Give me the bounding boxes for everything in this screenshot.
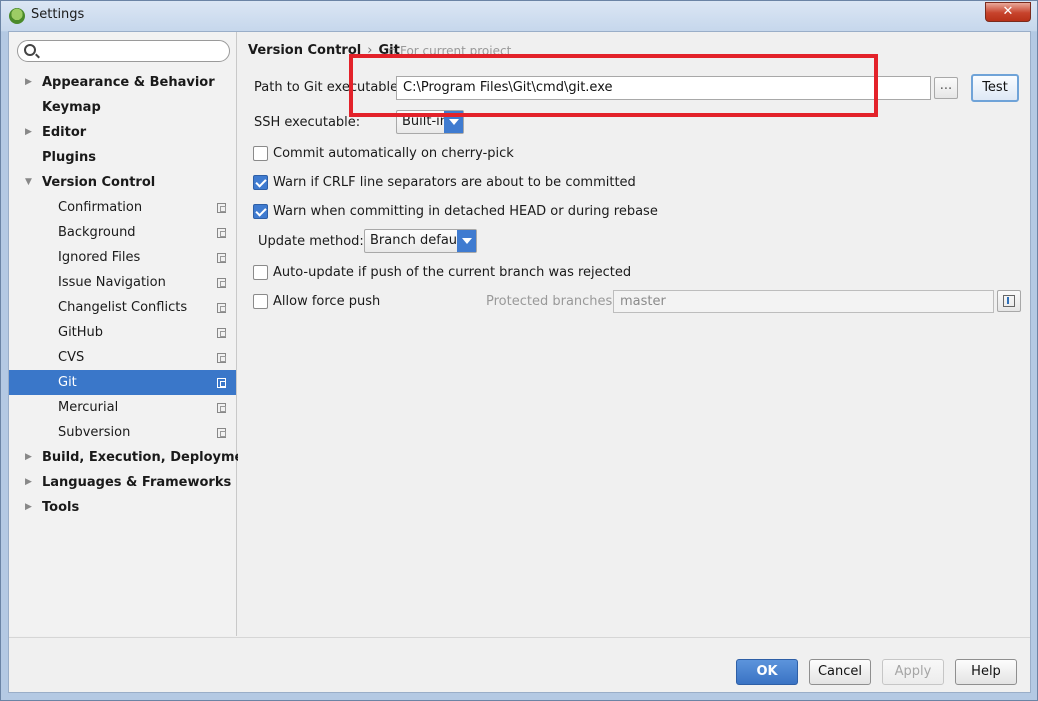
sidebar-item-plugins[interactable]: Plugins [9,145,236,170]
window-title: Settings [31,7,85,22]
sidebar-item-label: Mercurial [58,400,119,415]
apply-button[interactable]: Apply [882,659,944,685]
sidebar-item-ignored-files[interactable]: Ignored Files [9,245,236,270]
force-push-label: Allow force push [273,294,381,309]
browse-button[interactable]: ... [934,77,958,99]
sidebar-item-keymap[interactable]: Keymap [9,95,236,120]
sidebar-item-confirmation[interactable]: Confirmation [9,195,236,220]
sidebar-item-subversion[interactable]: Subversion [9,420,236,445]
sidebar-item-label: Background [58,225,136,240]
edit-branches-button[interactable] [997,290,1021,312]
sidebar-item-label: Languages & Frameworks [42,475,232,490]
expand-right-icon[interactable]: ▶ [25,445,32,470]
breadcrumb-parent: Version Control [248,43,362,58]
update-method-value: Branch default [370,233,466,248]
sidebar-item-label: Confirmation [58,200,143,215]
sidebar-item-label: Subversion [58,425,131,440]
project-level-icon [217,428,226,438]
project-level-icon [217,203,226,213]
sidebar-item-mercurial[interactable]: Mercurial [9,395,236,420]
add-list-icon [1003,295,1015,307]
sidebar-item-version-control[interactable]: ▼ Version Control [9,170,236,195]
sidebar-item-github[interactable]: GitHub [9,320,236,345]
auto-update-label: Auto-update if push of the current branc… [273,265,632,280]
sidebar-item-label: Git [58,375,77,390]
auto-update-checkbox[interactable] [253,265,268,280]
project-level-icon [217,378,226,388]
close-button[interactable]: ✕ [985,2,1031,22]
protected-branches-field[interactable]: master [613,290,994,313]
crlf-warning-label: Warn if CRLF line separators are about t… [273,175,636,190]
settings-sidebar: ▶ Appearance & Behavior Keymap ▶ Editor Plugi… [9,32,259,636]
expand-right-icon[interactable]: ▶ [25,495,32,520]
sidebar-item-label: Build, Execution, Deployment [42,450,259,465]
project-level-icon [217,403,226,413]
title-bar[interactable]: Settings ✕ [1,1,1037,31]
sidebar-item-git[interactable]: Git [9,370,236,395]
sidebar-item-label: Appearance & Behavior [42,75,215,90]
android-app-icon [9,8,25,24]
cherry-pick-label: Commit automatically on cherry-pick [273,146,514,161]
sidebar-item-appearance-behavior[interactable]: ▶ Appearance & Behavior [9,70,236,95]
expand-right-icon[interactable]: ▶ [25,70,32,95]
detached-head-label: Warn when committing in detached HEAD or… [273,204,658,219]
git-settings-panel: Version Control › Git ▫ For current projec… [238,32,1030,636]
sidebar-item-label: Plugins [42,150,96,165]
sidebar-item-label: GitHub [58,325,104,340]
update-method-label: Update method: [258,234,364,249]
highlight-annotation-box [349,54,878,117]
sidebar-item-label: Issue Navigation [58,275,166,290]
sidebar-item-editor[interactable]: ▶ Editor [9,120,236,145]
sidebar-item-label: Ignored Files [58,250,141,265]
sidebar-item-cvs[interactable]: CVS [9,345,236,370]
sidebar-item-label: Editor [42,125,87,140]
project-level-icon [217,353,226,363]
sidebar-item-label: Keymap [42,100,101,115]
sidebar-item-label: CVS [58,350,85,365]
project-level-icon [217,303,226,313]
help-button[interactable]: Help [955,659,1017,685]
sidebar-item-background[interactable]: Background [9,220,236,245]
project-level-icon [217,278,226,288]
project-level-icon [217,253,226,263]
dialog-body: ▶ Appearance & Behavior Keymap ▶ Editor Plugi… [8,31,1031,693]
project-level-icon [217,228,226,238]
protected-branches-label: Protected branches: [486,294,617,309]
ssh-executable-label: SSH executable: [254,115,361,130]
cancel-button[interactable]: Cancel [809,659,871,685]
cherry-pick-checkbox[interactable] [253,146,268,161]
sidebar-item-label: Tools [42,500,80,515]
search-input[interactable] [17,40,230,62]
project-level-icon [217,328,226,338]
sidebar-item-label: Changelist Conflicts [58,300,188,315]
sidebar-item-tools[interactable]: ▶ Tools [9,495,236,520]
expand-right-icon[interactable]: ▶ [25,470,32,495]
force-push-checkbox[interactable] [253,294,268,309]
crlf-warning-checkbox[interactable] [253,175,268,190]
detached-head-checkbox[interactable] [253,204,268,219]
expand-right-icon[interactable]: ▶ [25,120,32,145]
update-method-dropdown[interactable]: Branch default [364,229,477,253]
sidebar-item-issue-navigation[interactable]: Issue Navigation [9,270,236,295]
ok-button[interactable]: OK [736,659,798,685]
sidebar-item-build-execution-deployment[interactable]: ▶ Build, Execution, Deployment [9,445,259,470]
sidebar-item-label: Version Control [42,175,156,190]
settings-tree: ▶ Appearance & Behavior Keymap ▶ Editor Plugi… [9,70,259,520]
chevron-down-icon [457,230,476,252]
dialog-footer: OK Cancel Apply Help [9,637,1030,692]
sidebar-item-changelist-conflicts[interactable]: Changelist Conflicts [9,295,236,320]
test-button[interactable]: Test [971,74,1019,102]
sidebar-item-languages-frameworks[interactable]: ▶ Languages & Frameworks [9,470,236,495]
search-icon [24,44,36,56]
settings-window: Settings ✕ ▶ Appearance & Behavior Keymap ▶… [0,0,1038,701]
expand-down-icon[interactable]: ▼ [25,170,32,195]
